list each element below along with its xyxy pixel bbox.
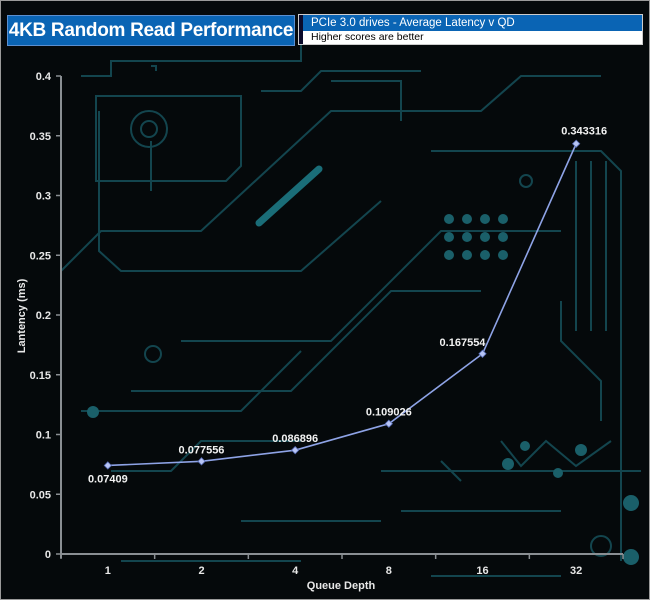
y-tick-label: 0.2 (36, 310, 51, 322)
series-line (107, 143, 577, 467)
data-point (291, 445, 300, 455)
y-tick-label: 0.35 (30, 131, 51, 143)
y-tick-label: 0.4 (36, 71, 52, 83)
data-label: 0.343316 (561, 126, 607, 138)
y-tick-label: 0 (45, 549, 51, 561)
y-tick-label: 0.1 (36, 430, 51, 442)
y-tick-label: 0.3 (36, 191, 51, 203)
chart-axes (60, 76, 623, 558)
x-tick-label: 16 (476, 565, 488, 577)
data-point (197, 457, 206, 466)
line-chart: 0 0.05 0.1 0.15 0.2 0.25 0.3 0.35 0.4 1 2 4 8 16 32 0… (16, 71, 624, 592)
y-tick-label: 0.15 (30, 370, 51, 382)
data-label: 0.077556 (179, 444, 225, 456)
x-tick-label: 4 (292, 565, 299, 577)
data-label: 0.167554 (440, 337, 487, 349)
x-tick-label: 1 (105, 565, 111, 577)
data-labels: 0.07409 0.077556 0.086896 0.109026 0.167554 0… (88, 126, 607, 486)
y-axis-title: Lantency (ms) (16, 278, 28, 353)
data-point (103, 461, 112, 470)
data-label: 0.086896 (272, 433, 318, 445)
x-tick-label: 8 (386, 565, 392, 577)
x-tick-label: 32 (570, 565, 582, 577)
series-group (103, 139, 581, 470)
y-axis-ticks: 0 0.05 0.1 0.15 0.2 0.25 0.3 0.35 0.4 (30, 71, 61, 561)
data-point (572, 139, 581, 148)
y-tick-label: 0.25 (30, 250, 51, 262)
data-label: 0.109026 (366, 407, 412, 419)
x-axis-ticks: 1 2 4 8 16 32 (60, 554, 624, 577)
chart-frame: 4KB Random Read Performance PCIe 3.0 dri… (0, 0, 650, 600)
x-tick-label: 2 (198, 565, 204, 577)
x-axis-title: Queue Depth (307, 580, 376, 592)
data-label: 0.07409 (88, 473, 128, 485)
y-tick-label: 0.05 (30, 489, 51, 501)
